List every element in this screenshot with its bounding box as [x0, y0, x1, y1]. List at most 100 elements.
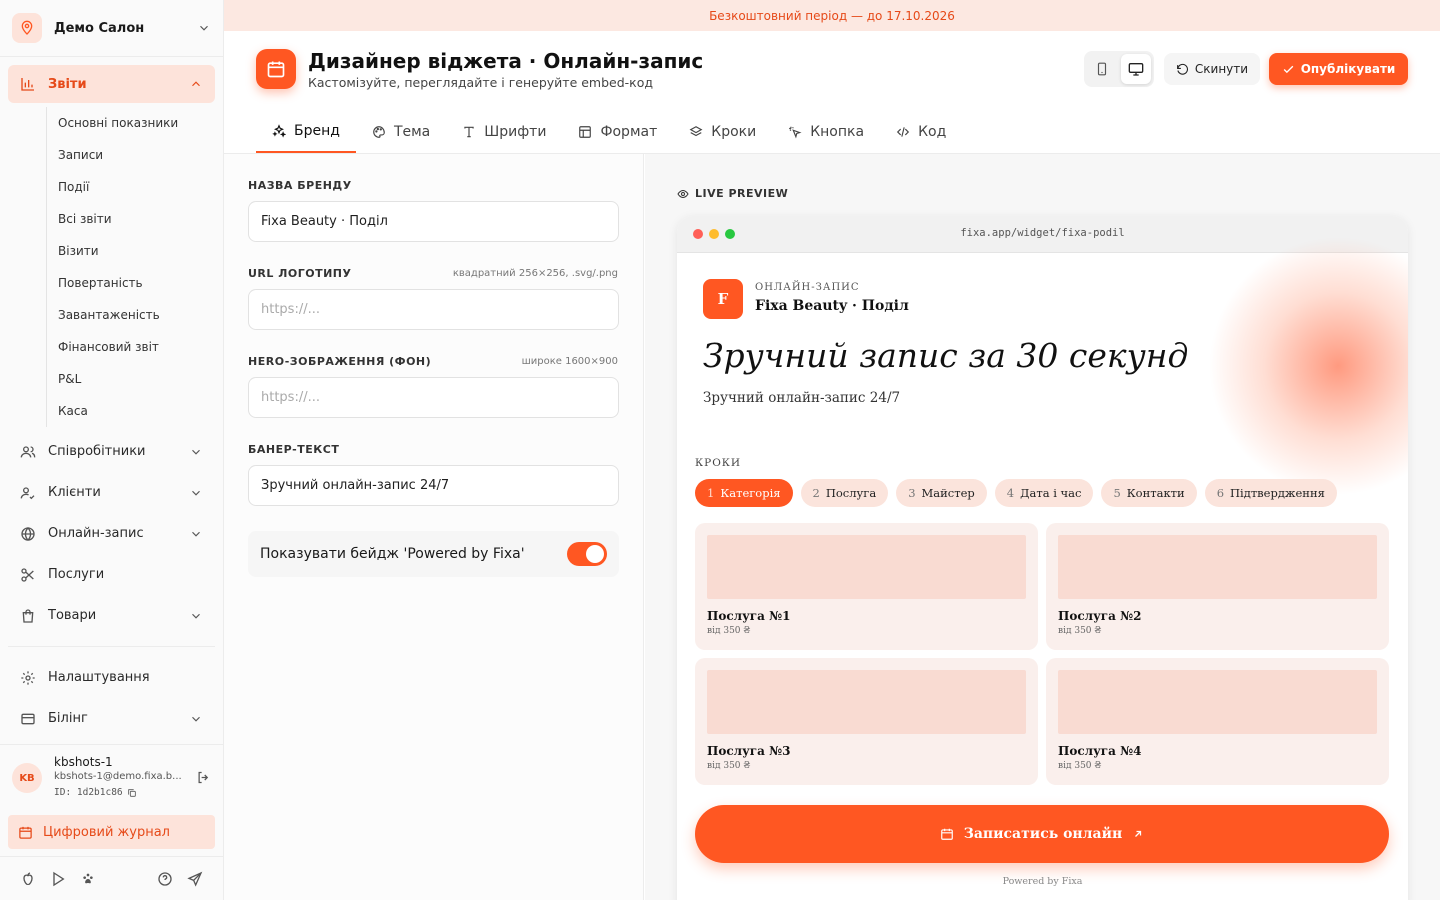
page-title: Дизайнер віджета · Онлайн-запис	[308, 49, 704, 73]
publish-button[interactable]: Опублікувати	[1269, 53, 1408, 85]
salon-switcher[interactable]: Демо Салон	[0, 0, 223, 57]
chevron-down-icon	[192, 449, 200, 455]
logout-icon[interactable]	[196, 770, 211, 785]
sidebar-item-clients[interactable]: Клієнти	[8, 472, 215, 513]
palette-icon	[373, 126, 385, 138]
sidebar-item-staff[interactable]: Співробітники	[8, 431, 215, 472]
tab-button[interactable]: Кнопка	[772, 111, 880, 153]
tab-theme[interactable]: Тема	[356, 111, 446, 153]
step-pill[interactable]: 1 Категорія	[695, 479, 793, 507]
submenu-item[interactable]: Візити	[58, 235, 215, 267]
sidebar-item-label: Налаштування	[48, 670, 150, 685]
help-icon[interactable]	[157, 871, 173, 887]
book-online-button[interactable]: Записатись онлайн	[695, 805, 1389, 863]
sidebar-item-online-booking[interactable]: Онлайн-запис	[8, 513, 215, 554]
tab-steps[interactable]: Кроки	[673, 111, 772, 153]
step-pill[interactable]: 5 Контакти	[1101, 479, 1197, 507]
submenu-item[interactable]: Повертаність	[58, 267, 215, 299]
code-icon	[896, 127, 910, 137]
bar-chart-icon	[21, 78, 34, 91]
tab-fonts[interactable]: Шрифти	[446, 111, 562, 153]
banner-text-input[interactable]: Зручний онлайн-запис 24/7	[248, 465, 619, 506]
logo-url-input[interactable]: https://...	[248, 289, 619, 330]
calendar-icon	[19, 826, 32, 839]
check-icon	[1283, 65, 1293, 73]
step-label: Контакти	[1126, 486, 1185, 500]
page-header: Дизайнер віджета · Онлайн-запис Кастоміз…	[224, 31, 1440, 154]
step-pill[interactable]: 2 Послуга	[800, 479, 889, 507]
rotate-ccw-icon	[1176, 63, 1188, 75]
widget-logo: F	[703, 279, 743, 319]
sidebar-item-label: Онлайн-запис	[48, 526, 144, 541]
sidebar: Демо Салон Звіти Основні показники Запис…	[0, 0, 224, 900]
tab-label: Тема	[393, 124, 431, 140]
brand-name-label: НАЗВА БРЕНДУ	[248, 179, 352, 192]
users-icon	[20, 445, 36, 457]
powered-badge-toggle[interactable]	[567, 542, 607, 566]
tab-label: Шрифти	[484, 124, 547, 140]
paw-icon[interactable]	[80, 871, 96, 887]
chevron-down-icon	[192, 613, 200, 619]
user-id: ID: 1d2b1c86	[54, 787, 123, 798]
submenu-item[interactable]: Всі звіти	[58, 203, 215, 235]
service-card[interactable]: Послуга №2 від 350 ₴	[1046, 523, 1389, 650]
sidebar-item-label: Співробітники	[48, 444, 146, 459]
browser-url: fixa.app/widget/fixa-podil	[960, 227, 1125, 239]
apple-icon[interactable]	[20, 871, 36, 887]
tab-code[interactable]: Код	[880, 111, 962, 153]
step-label: Дата і час	[1020, 486, 1082, 500]
submenu-item[interactable]: Основні показники	[58, 107, 215, 139]
reports-submenu: Основні показники Записи Події Всі звіти…	[46, 107, 215, 427]
digital-journal-button[interactable]: Цифровий журнал	[8, 815, 215, 849]
submenu-item[interactable]: Каса	[58, 395, 215, 427]
tab-format[interactable]: Формат	[562, 111, 673, 153]
service-card[interactable]: Послуга №1 від 350 ₴	[695, 523, 1038, 650]
sidebar-item-services[interactable]: Послуги	[8, 554, 215, 595]
copy-icon[interactable]	[127, 788, 137, 798]
widget-banner-text: Зручний онлайн-запис 24/7	[703, 390, 901, 406]
step-pill[interactable]: 3 Майстер	[896, 479, 987, 507]
service-card[interactable]: Послуга №4 від 350 ₴	[1046, 658, 1389, 785]
logo-url-label: URL ЛОГОТИПУ	[248, 267, 352, 280]
hero-image-input[interactable]: https://...	[248, 377, 619, 418]
page-subtitle: Кастомізуйте, переглядайте і генеруйте e…	[308, 75, 654, 90]
widget-steps-title: КРОКИ	[695, 457, 742, 469]
hero-glow	[1208, 236, 1408, 496]
service-image-placeholder	[1058, 535, 1377, 599]
gear-icon	[21, 670, 35, 685]
reset-button[interactable]: Скинути	[1164, 53, 1260, 85]
submenu-item[interactable]: Події	[58, 171, 215, 203]
sidebar-item-settings[interactable]: Налаштування	[8, 657, 215, 698]
logo-url-hint: квадратний 256×256, .svg/.png	[452, 268, 618, 279]
device-toggle	[1084, 51, 1154, 87]
mobile-view-button[interactable]	[1087, 54, 1117, 84]
powered-badge-row: Показувати бейдж 'Powered by Fixa'	[248, 531, 619, 577]
step-number: 6	[1216, 486, 1225, 500]
desktop-view-button[interactable]	[1121, 54, 1151, 84]
eye-icon	[677, 189, 689, 198]
step-label: Категорія	[720, 486, 781, 500]
brand-name-input[interactable]: Fixa Beauty · Поділ	[248, 201, 619, 242]
book-online-label: Записатись онлайн	[963, 826, 1123, 842]
sidebar-item-billing[interactable]: Білінг	[8, 698, 215, 739]
live-preview-header: LIVE PREVIEW	[677, 187, 788, 200]
user-email: kbshots-1@demo.fixa.b...	[54, 771, 182, 782]
service-card[interactable]: Послуга №3 від 350 ₴	[695, 658, 1038, 785]
tab-brand[interactable]: Бренд	[256, 111, 356, 153]
credit-card-icon	[21, 713, 35, 724]
step-pill[interactable]: 4 Дата і час	[994, 479, 1094, 507]
service-title: Послуга №2	[1058, 609, 1142, 623]
widget-brand: Fixa Beauty · Поділ	[755, 298, 909, 314]
submenu-item[interactable]: P&L	[58, 363, 215, 395]
play-store-icon[interactable]	[50, 871, 66, 887]
banner-text-label: БАНЕР-ТЕКСТ	[248, 443, 340, 456]
sidebar-item-reports[interactable]: Звіти	[8, 65, 215, 103]
submenu-item[interactable]: Фінансовий звіт	[58, 331, 215, 363]
submenu-item[interactable]: Завантаженість	[58, 299, 215, 331]
sidebar-item-products[interactable]: Товари	[8, 595, 215, 636]
step-pill[interactable]: 6 Підтвердження	[1204, 479, 1337, 507]
submenu-item[interactable]: Записи	[58, 139, 215, 171]
toggle-knob	[586, 545, 604, 563]
step-number: 3	[908, 486, 916, 500]
send-icon[interactable]	[187, 871, 203, 887]
